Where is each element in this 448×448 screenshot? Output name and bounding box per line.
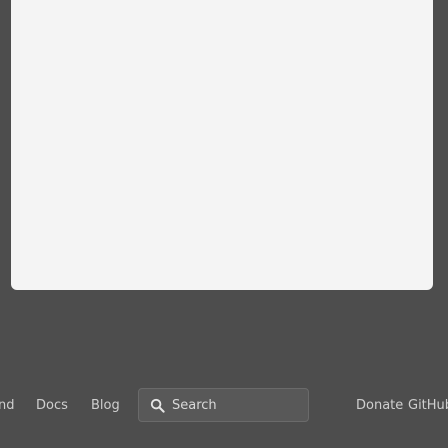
nav-link-github[interactable]: GitHub xyxy=(408,398,448,414)
search-label: Search xyxy=(172,397,217,413)
modal-panel xyxy=(11,0,433,290)
search-icon xyxy=(149,397,165,413)
nav-link-truncated[interactable]: nd xyxy=(0,398,15,414)
nav-link-donate[interactable]: Donate xyxy=(356,398,403,414)
top-navbar: nd Docs Blog Search Donate GitHub xyxy=(0,380,448,432)
screen: nd Docs Blog Search Donate GitHub xyxy=(0,0,448,448)
nav-link-docs[interactable]: Docs xyxy=(36,398,68,414)
nav-link-blog[interactable]: Blog xyxy=(91,398,120,414)
search-button[interactable]: Search xyxy=(138,388,309,422)
